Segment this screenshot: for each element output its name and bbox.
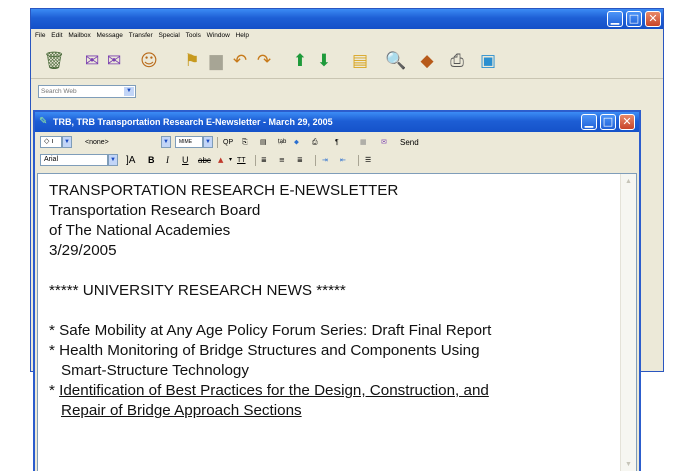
reply-all-icon[interactable]: ↷ xyxy=(253,51,275,71)
menu-transfer[interactable]: Transfer xyxy=(129,29,153,42)
sign-icon[interactable]: ⬥ xyxy=(294,136,299,149)
message-window-title: TRB, TRB Transportation Research E-Newsl… xyxy=(53,117,333,127)
send-queued-icon[interactable]: ✉ xyxy=(103,51,125,71)
encoding-select[interactable]: MIME xyxy=(175,136,203,148)
encoding-dropdown-icon[interactable]: ▼ xyxy=(203,136,213,148)
message-close-button[interactable]: ✕ xyxy=(619,114,635,130)
trash-icon[interactable]: 🗑 xyxy=(43,51,65,71)
menu-window[interactable]: Window xyxy=(207,29,230,42)
text-as-attachment-icon[interactable]: ▤ xyxy=(260,136,267,149)
menu-tools[interactable]: Tools xyxy=(186,29,201,42)
news-item: * Safe Mobility at Any Age Policy Forum … xyxy=(49,322,492,339)
menu-help[interactable]: Help xyxy=(236,29,249,42)
options-icon[interactable]: ▣ xyxy=(477,51,499,71)
font-size-icon[interactable]: ]A xyxy=(126,154,135,167)
align-right-icon[interactable]: ≣ xyxy=(297,154,303,167)
menu-bar: File Edit Mailbox Message Transfer Speci… xyxy=(31,29,663,42)
message-body[interactable]: TRANSPORTATION RESEARCH E-NEWSLETTER Tra… xyxy=(37,173,637,471)
org-name-line2: of The National Academies xyxy=(49,222,231,239)
toolbar-divider xyxy=(315,155,316,166)
redirect-arrow-down-icon[interactable]: ⬇ xyxy=(313,51,335,71)
stationery-icon[interactable]: ◆ xyxy=(416,51,438,71)
reply-icon[interactable]: ↶ xyxy=(229,51,251,71)
search-web-box[interactable]: ▼ xyxy=(38,85,136,98)
news-item: * Health Monitoring of Bridge Structures… xyxy=(49,342,480,359)
menu-message[interactable]: Message xyxy=(97,29,123,42)
news-item-continuation: Smart-Structure Technology xyxy=(61,362,249,379)
maximize-button[interactable]: □ xyxy=(626,11,642,27)
toolbar-divider xyxy=(217,137,218,148)
keep-copy-icon[interactable]: ⎙ xyxy=(312,136,318,149)
quoted-printable-icon[interactable]: QP xyxy=(223,136,233,149)
menu-edit[interactable]: Edit xyxy=(51,29,62,42)
main-window-titlebar[interactable]: ▁ □ ✕ xyxy=(31,9,663,29)
message-window: ✎ TRB, TRB Transportation Research E-New… xyxy=(33,110,641,471)
section-header: ***** UNIVERSITY RESEARCH NEWS ***** xyxy=(49,282,346,299)
text-color-dropdown-icon[interactable]: ▾ xyxy=(229,154,232,167)
news-item-link[interactable]: Repair of Bridge Approach Sections xyxy=(61,402,302,419)
word-wrap-icon[interactable]: ṭạb xyxy=(278,136,286,149)
strikethrough-icon[interactable]: abc xyxy=(198,154,211,167)
find-icon[interactable]: 🔍 xyxy=(385,51,407,71)
get-mail-icon[interactable]: ✉ xyxy=(81,51,103,71)
forward-arrow-up-icon[interactable]: ⬆ xyxy=(289,51,311,71)
news-item-link[interactable]: Identification of Best Practices for the… xyxy=(59,382,489,399)
news-item-link-row: Repair of Bridge Approach Sections xyxy=(49,401,491,421)
signature-dropdown-icon[interactable]: ▼ xyxy=(161,136,171,148)
priority-dropdown-icon[interactable]: ▼ xyxy=(62,136,72,148)
chevron-down-icon[interactable]: ▼ xyxy=(124,87,134,96)
toolbar-divider xyxy=(358,155,359,166)
align-center-icon[interactable]: ≡ xyxy=(279,154,285,167)
print-icon[interactable]: ⎙ xyxy=(446,51,468,71)
filter-icon[interactable]: ⚑ xyxy=(181,51,203,71)
bullet-list-icon[interactable]: ☰ xyxy=(365,154,371,167)
menu-file[interactable]: File xyxy=(35,29,45,42)
message-maximize-button[interactable]: □ xyxy=(600,114,616,130)
menu-special[interactable]: Special xyxy=(159,29,180,42)
new-message-icon[interactable]: ▤ xyxy=(349,51,371,71)
text-color-icon[interactable]: ▲ xyxy=(218,154,223,167)
search-toolbar: ▼ xyxy=(31,81,663,103)
close-button[interactable]: ✕ xyxy=(645,11,661,27)
org-name-line1: Transportation Research Board xyxy=(49,202,261,219)
send-button[interactable]: Send xyxy=(400,136,419,149)
format-toolbar: Arial ▼ ]A B I U abc ▲ ▾ TT ≣ ≡ ≣ ⇥ ⇤ ☰ xyxy=(35,152,639,169)
send-icon[interactable]: ✉ xyxy=(381,136,387,149)
italic-icon[interactable]: I xyxy=(166,154,169,167)
scroll-down-icon[interactable]: ▼ xyxy=(623,459,634,471)
news-item-link-row: * Identification of Best Practices for t… xyxy=(49,381,491,401)
align-left-icon[interactable]: ≣ xyxy=(261,154,267,167)
address-book-icon[interactable]: ☺ xyxy=(138,51,160,71)
scroll-up-icon[interactable]: ▲ xyxy=(623,176,634,188)
printer-gray-icon[interactable]: ▆ xyxy=(205,51,227,71)
paragraph-icon[interactable]: ¶ xyxy=(335,136,339,149)
message-window-icon: ✎ xyxy=(39,116,48,127)
font-dropdown-icon[interactable]: ▼ xyxy=(108,154,118,166)
menu-mailbox[interactable]: Mailbox xyxy=(68,29,90,42)
main-toolbar: 🗑 ✉ ✉ ☺ ⚑ ▆ ↶ ↷ ⬆ ⬇ ▤ 🔍 ◆ ⎙ ▣ xyxy=(31,42,663,79)
newsletter-date: 3/29/2005 xyxy=(49,242,117,259)
copy-text-icon[interactable]: ⎘ xyxy=(242,136,248,149)
outdent-icon[interactable]: ⇤ xyxy=(340,154,346,167)
toolbar-divider xyxy=(255,155,256,166)
message-window-titlebar[interactable]: ✎ TRB, TRB Transportation Research E-New… xyxy=(35,112,639,132)
newsletter-heading: TRANSPORTATION RESEARCH E-NEWSLETTER xyxy=(49,182,399,199)
teletype-icon[interactable]: TT xyxy=(237,154,246,167)
search-web-input[interactable] xyxy=(39,86,123,97)
underline-icon[interactable]: U xyxy=(182,154,189,167)
return-receipt-icon[interactable]: ▦ xyxy=(360,136,367,149)
signature-select[interactable]: <none> xyxy=(85,136,109,149)
indent-icon[interactable]: ⇥ xyxy=(322,154,328,167)
vertical-scrollbar[interactable]: ▲ ▼ xyxy=(620,174,636,471)
message-text: TRANSPORTATION RESEARCH E-NEWSLETTER Tra… xyxy=(49,181,491,421)
minimize-button[interactable]: ▁ xyxy=(607,11,623,27)
message-minimize-button[interactable]: ▁ xyxy=(581,114,597,130)
bullet-prefix: * xyxy=(49,382,60,399)
priority-select[interactable]: ◇ ı xyxy=(40,136,62,148)
font-select[interactable]: Arial xyxy=(40,154,108,166)
message-toolbar: ◇ ı ▼ <none> ▼ MIME ▼ QP ⎘ ▤ ṭạb ⬥ ⎙ ¶ ▦… xyxy=(35,134,639,151)
bold-icon[interactable]: B xyxy=(148,154,155,167)
